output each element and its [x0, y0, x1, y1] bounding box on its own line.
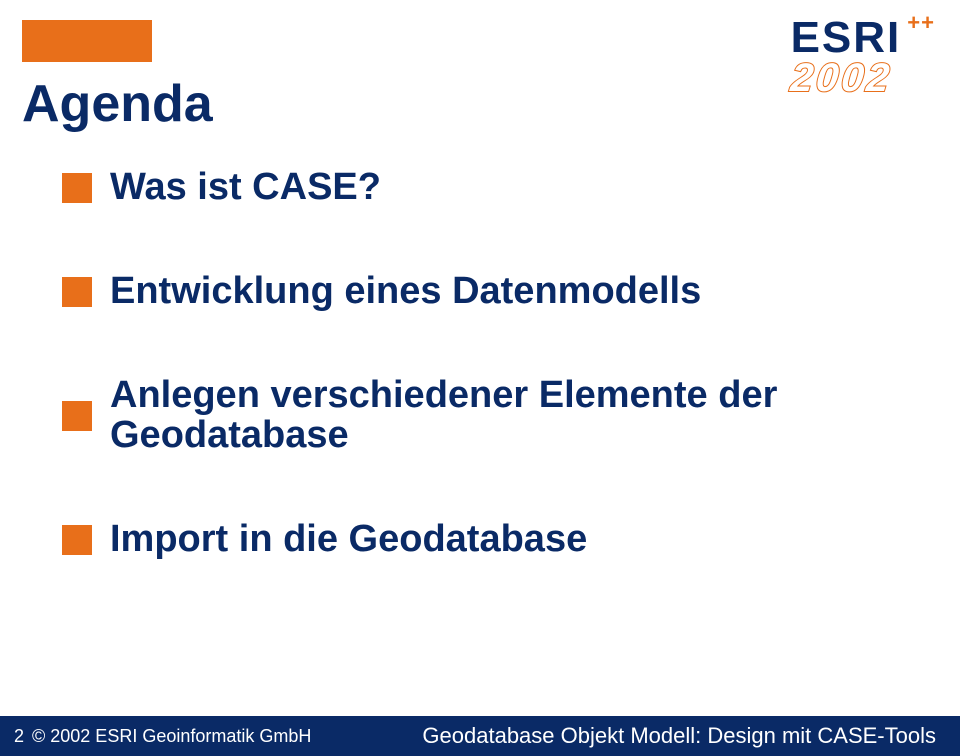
list-item: Import in die Geodatabase — [62, 520, 900, 560]
bullet-list: Was ist CASE? Entwicklung eines Datenmod… — [62, 168, 900, 559]
list-item: Anlegen verschiedener Elemente der Geoda… — [62, 376, 900, 456]
logo-text: ESRI — [791, 16, 902, 60]
footer-subject: Geodatabase Objekt Modell: Design mit CA… — [422, 723, 936, 749]
logo-row: ESRI + + — [791, 16, 934, 60]
list-item: Entwicklung eines Datenmodells — [62, 272, 900, 312]
list-item-label: Was ist CASE? — [110, 168, 381, 208]
logo-plus-icons: + + — [907, 12, 934, 34]
bullet-square-icon — [62, 277, 92, 307]
page-number: 2 — [0, 726, 26, 747]
list-item-label: Import in die Geodatabase — [110, 520, 587, 560]
page-title: Agenda — [22, 74, 213, 134]
esri-logo: ESRI + + 2002 — [791, 16, 934, 98]
list-item: Was ist CASE? — [62, 168, 900, 208]
title-accent-bar — [22, 20, 152, 62]
plus-icon: + — [907, 12, 920, 34]
bullet-square-icon — [62, 525, 92, 555]
copyright: © 2002 ESRI Geoinformatik GmbH — [32, 726, 311, 747]
list-item-label: Entwicklung eines Datenmodells — [110, 272, 701, 312]
slide: ESRI + + 2002 Agenda Was ist CASE? Entwi… — [0, 0, 960, 756]
logo-year: 2002 — [788, 58, 936, 98]
bullet-square-icon — [62, 173, 92, 203]
plus-icon: + — [921, 12, 934, 34]
list-item-label: Anlegen verschiedener Elemente der Geoda… — [110, 376, 900, 456]
footer: 2 © 2002 ESRI Geoinformatik GmbH Geodata… — [0, 716, 960, 756]
bullet-square-icon — [62, 401, 92, 431]
